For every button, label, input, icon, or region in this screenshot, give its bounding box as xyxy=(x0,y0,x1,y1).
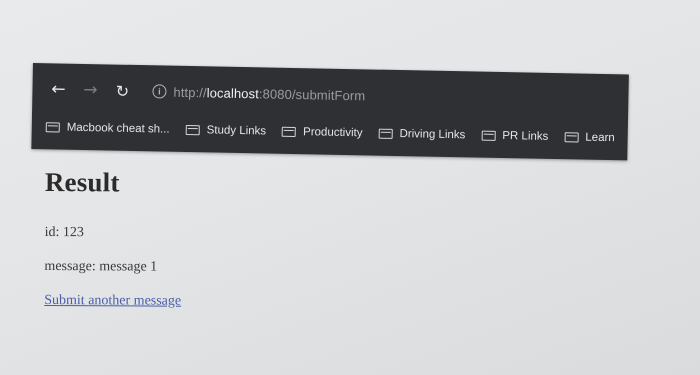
page-title: Result xyxy=(44,166,120,198)
reload-button[interactable]: ↻ xyxy=(110,78,134,102)
address-bar[interactable]: i http://localhost:8080/submitForm xyxy=(152,84,365,103)
reload-icon: ↻ xyxy=(115,81,130,101)
bookmark-productivity[interactable]: Productivity xyxy=(282,126,363,139)
bookmark-pr-links[interactable]: PR Links xyxy=(481,130,548,143)
browser-window: ← → ↻ i http://localhost:8080/submitForm… xyxy=(31,63,631,161)
arrow-right-icon: → xyxy=(83,79,98,101)
folder-icon xyxy=(45,122,60,133)
folder-icon xyxy=(185,124,200,136)
folder-icon xyxy=(564,132,579,143)
url-text[interactable]: http://localhost:8080/submitForm xyxy=(173,84,365,103)
back-button[interactable]: ← xyxy=(46,77,70,101)
message-line: message: message 1 xyxy=(44,258,158,275)
folder-icon xyxy=(282,126,297,138)
arrow-left-icon: ← xyxy=(51,79,66,100)
folder-icon xyxy=(481,130,496,141)
bookmark-macbook-cheat-sheet[interactable]: Macbook cheat sh... xyxy=(45,121,170,136)
info-icon[interactable]: i xyxy=(152,84,167,99)
bookmarks-bar: Macbook cheat sh... Study Links Producti… xyxy=(45,115,631,150)
id-line: id: 123 xyxy=(44,224,84,241)
submit-another-message-link[interactable]: Submit another message xyxy=(44,293,181,310)
browser-toolbar: ← → ↻ i http://localhost:8080/submitForm xyxy=(32,73,629,116)
page-content: Result id: 123 message: message 1 Submit… xyxy=(44,160,182,310)
bookmark-learn[interactable]: Learn xyxy=(564,131,615,144)
bookmark-study-links[interactable]: Study Links xyxy=(185,124,266,137)
forward-button[interactable]: → xyxy=(78,78,102,102)
bookmark-driving-links[interactable]: Driving Links xyxy=(378,128,465,141)
folder-icon xyxy=(378,128,393,139)
